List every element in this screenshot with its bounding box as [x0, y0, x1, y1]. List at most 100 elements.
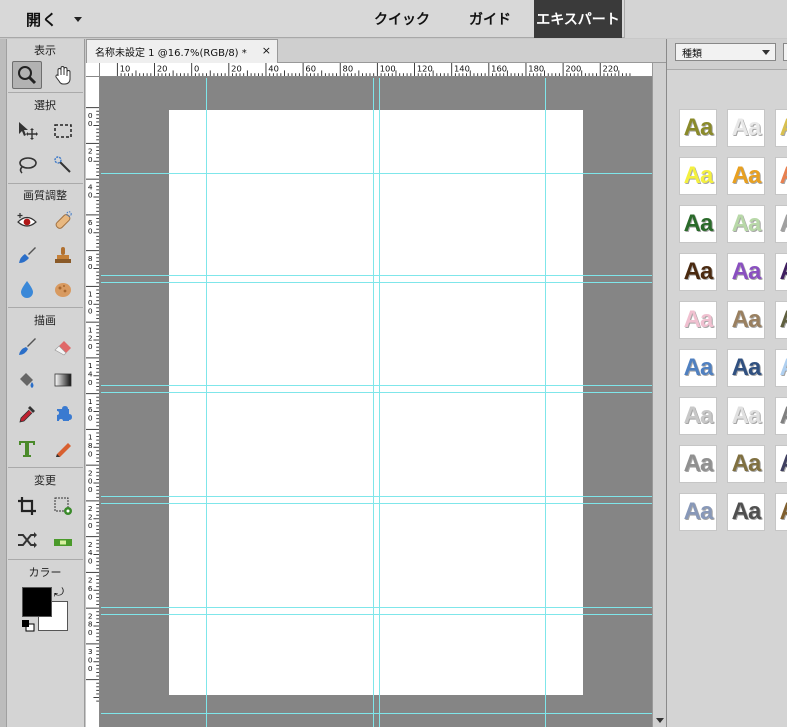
letter-t-icon — [19, 441, 35, 457]
text-style-tile[interactable]: Aa — [679, 157, 717, 195]
text-style-tile[interactable]: Aa — [679, 109, 717, 147]
guides — [101, 78, 652, 727]
type-tool[interactable] — [12, 434, 42, 462]
marquee-tool[interactable] — [48, 117, 78, 145]
text-style-tile[interactable]: Aa — [775, 493, 787, 531]
text-style-tile[interactable]: Aa — [679, 253, 717, 291]
text-style-tile[interactable]: Aa — [727, 109, 765, 147]
brush-tool[interactable] — [12, 332, 42, 360]
document-tab[interactable]: 名称未設定 1 @16.7%(RGB/8) * × — [86, 39, 278, 63]
dropdown-stub[interactable] — [783, 43, 787, 61]
text-style-tile[interactable]: Aa — [727, 205, 765, 243]
text-style-tile[interactable]: Aa — [679, 205, 717, 243]
text-style-tile[interactable]: Aa — [727, 301, 765, 339]
graphics-panel: 種類 Aa Aa Aa Aa Aa Aa Aa Aa Aa Aa Aa Aa Aa Aa Aa Aa Aa Aa A… — [666, 39, 787, 727]
text-style-tile[interactable]: Aa — [727, 445, 765, 483]
divider — [8, 92, 83, 93]
tab-expert[interactable]: エキスパート — [534, 0, 622, 38]
document-area: 名称未設定 1 @16.7%(RGB/8) * × 10 20 0 20 40 60 80 1… — [86, 39, 666, 727]
ruler-label: 0 — [88, 306, 93, 315]
canvas[interactable] — [101, 78, 652, 727]
type-dropdown[interactable]: 種類 — [675, 43, 776, 61]
text-style-tile[interactable]: Aa — [727, 493, 765, 531]
custom-shape-tool[interactable] — [48, 400, 78, 428]
text-style-tile[interactable]: Aa — [679, 397, 717, 435]
straighten-tool[interactable] — [48, 526, 78, 554]
close-icon[interactable]: × — [262, 44, 271, 57]
text-style-tile[interactable]: Aa — [727, 157, 765, 195]
sponge-tool[interactable] — [48, 275, 78, 303]
ruler-label: 120 — [417, 63, 433, 73]
divider — [8, 307, 83, 308]
text-style-tile[interactable]: Aa — [775, 253, 787, 291]
ruler-label: 0 — [88, 155, 93, 164]
red-eye-tool[interactable] — [12, 207, 42, 235]
tab-strip — [278, 39, 666, 63]
bucket-icon — [20, 373, 34, 388]
ruler-label: 0 — [88, 191, 93, 200]
paint-bucket-tool[interactable] — [12, 366, 42, 394]
lasso-icon — [19, 157, 37, 174]
eraser-tool[interactable] — [48, 332, 78, 360]
tab-quick[interactable]: クイック — [360, 0, 444, 38]
text-style-tile[interactable]: Aa — [727, 349, 765, 387]
move-tool[interactable] — [12, 117, 42, 145]
eye-icon — [17, 213, 37, 227]
ruler-label: 180 — [528, 63, 544, 73]
ruler-label: 0 — [88, 342, 93, 351]
spot-healing-tool[interactable] — [48, 207, 78, 235]
eyedropper-tool[interactable] — [12, 400, 42, 428]
vertical-scrollbar[interactable] — [652, 63, 666, 727]
text-style-tile[interactable]: Aa — [727, 397, 765, 435]
text-style-tile[interactable]: Aa — [775, 397, 787, 435]
text-style-tile[interactable]: Aa — [775, 205, 787, 243]
text-style-tile[interactable]: Aa — [679, 349, 717, 387]
divider — [8, 467, 83, 468]
text-style-tile[interactable]: Aa — [775, 109, 787, 147]
text-style-tile[interactable]: Aa — [679, 301, 717, 339]
hand-icon — [55, 66, 71, 85]
blur-tool[interactable] — [12, 275, 42, 303]
divider — [8, 559, 83, 560]
recompose-tool[interactable] — [48, 492, 78, 520]
zoom-tool[interactable] — [12, 61, 42, 89]
ruler-label: 0 — [88, 485, 93, 494]
ruler-label: 40 — [268, 63, 279, 73]
default-colors-icon[interactable] — [22, 620, 36, 632]
text-style-tile[interactable]: Aa — [679, 493, 717, 531]
magnifier-icon — [18, 66, 37, 85]
open-button[interactable]: 開く — [8, 0, 88, 38]
ruler-label: 0 — [88, 378, 93, 387]
ruler-label: 0 — [88, 226, 93, 235]
horizontal-ruler: 10 20 0 20 40 60 80 100 120 140 160 180 200 220 — [100, 63, 652, 77]
tab-guided[interactable]: ガイド — [452, 0, 528, 38]
gradient-tool[interactable] — [48, 366, 78, 394]
text-style-tile[interactable]: Aa — [775, 445, 787, 483]
chevron-down-icon — [762, 50, 770, 55]
clone-stamp-tool[interactable] — [48, 241, 78, 269]
ruler-label: 100 — [380, 63, 396, 73]
open-label: 開く — [26, 10, 59, 29]
swap-colors-icon[interactable]: ⤾ — [54, 585, 68, 599]
content-aware-move-tool[interactable] — [12, 526, 42, 554]
foreground-color-swatch[interactable] — [22, 587, 52, 617]
crop-tool[interactable] — [12, 492, 42, 520]
brush-icon — [19, 247, 36, 263]
text-style-tile[interactable]: Aa — [775, 301, 787, 339]
ruler-label: 80 — [343, 63, 354, 73]
puzzle-shape-icon — [57, 406, 72, 421]
text-style-tile[interactable]: Aa — [727, 253, 765, 291]
quick-selection-tool[interactable] — [48, 151, 78, 179]
text-style-tile[interactable]: Aa — [775, 349, 787, 387]
ruler-label: 10 — [120, 63, 131, 73]
section-enhance-label: 画質調整 — [23, 189, 67, 202]
hand-tool[interactable] — [48, 61, 78, 89]
smart-brush-tool[interactable] — [12, 241, 42, 269]
pencil-tool[interactable] — [48, 434, 78, 462]
text-style-tile[interactable]: Aa — [775, 157, 787, 195]
scroll-down-icon[interactable] — [656, 718, 664, 723]
lasso-tool[interactable] — [12, 151, 42, 179]
ruler-label: 0 — [88, 521, 93, 530]
text-style-tile[interactable]: Aa — [679, 445, 717, 483]
divider — [8, 183, 83, 184]
